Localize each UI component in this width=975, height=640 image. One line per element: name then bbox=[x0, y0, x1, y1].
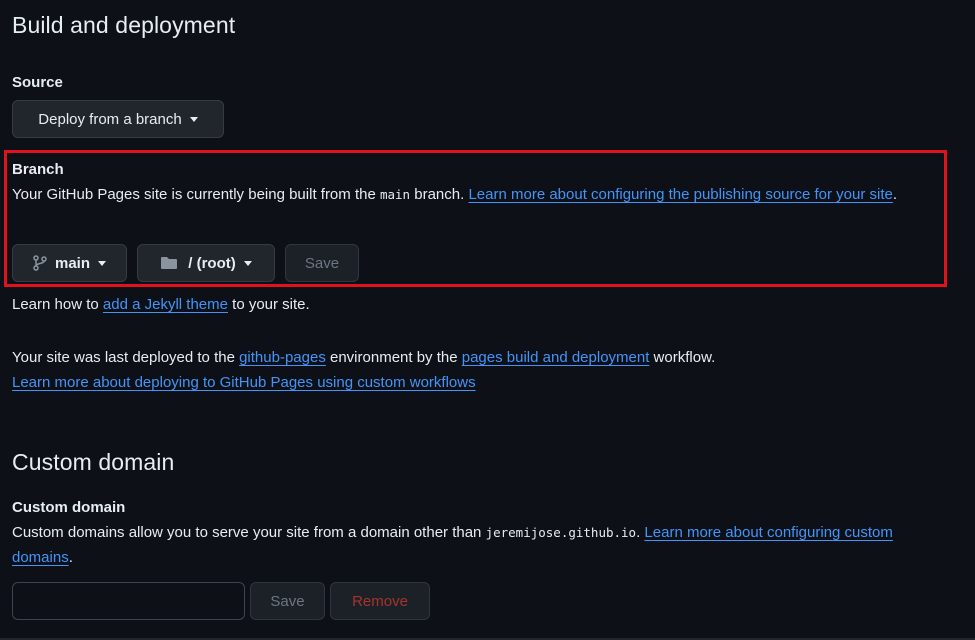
custom-domain-heading: Custom domain bbox=[12, 449, 175, 475]
source-dropdown-label: Deploy from a branch bbox=[38, 110, 182, 128]
custom-domain-desc-prefix: Custom domains allow you to serve your s… bbox=[12, 524, 486, 541]
source-dropdown[interactable]: Deploy from a branch bbox=[12, 100, 224, 138]
custom-domain-save-button[interactable]: Save bbox=[250, 582, 325, 620]
custom-domain-description: Custom domains allow you to serve your s… bbox=[12, 520, 932, 570]
custom-domain-input[interactable] bbox=[12, 582, 245, 620]
git-branch-icon bbox=[33, 255, 47, 271]
theme-suffix: to your site. bbox=[227, 296, 310, 313]
custom-domain-label: Custom domain bbox=[12, 499, 126, 516]
deployed-prefix: Your site was last deployed to the bbox=[12, 349, 240, 366]
custom-workflows-link[interactable]: Learn more about deploying to GitHub Pag… bbox=[12, 374, 476, 391]
branch-select-label: main bbox=[54, 254, 90, 272]
folder-select-label: / (root) bbox=[188, 254, 236, 272]
branch-save-button[interactable]: Save bbox=[285, 244, 359, 282]
theme-prefix: Learn how to bbox=[12, 296, 103, 313]
branch-select-button[interactable]: main bbox=[12, 244, 127, 282]
deployed-middle: environment by the bbox=[325, 349, 462, 366]
custom-workflows-line: Learn more about deploying to GitHub Pag… bbox=[12, 370, 476, 395]
jekyll-theme-text: Learn how to add a Jekyll theme to your … bbox=[12, 292, 310, 317]
jekyll-theme-link[interactable]: add a Jekyll theme bbox=[103, 296, 228, 313]
triangle-down-icon bbox=[98, 260, 106, 266]
last-deployed-text: Your site was last deployed to the githu… bbox=[12, 345, 715, 370]
triangle-down-icon bbox=[189, 116, 198, 122]
custom-domain-remove-button[interactable]: Remove bbox=[330, 582, 430, 620]
deployed-suffix: workflow. bbox=[649, 349, 716, 366]
build-deployment-heading: Build and deployment bbox=[12, 12, 236, 38]
branch-name-code: main bbox=[379, 187, 411, 202]
branch-label: Branch bbox=[12, 161, 64, 178]
github-io-domain-code: jeremijose.github.io bbox=[485, 525, 637, 540]
branch-desc-end: . bbox=[892, 186, 898, 203]
branch-desc-suffix: branch. bbox=[410, 186, 469, 203]
github-pages-env-link[interactable]: github-pages bbox=[239, 349, 326, 366]
branch-desc-prefix: Your GitHub Pages site is currently bein… bbox=[12, 186, 380, 203]
folder-select-button[interactable]: / (root) bbox=[137, 244, 275, 282]
source-label: Source bbox=[12, 74, 63, 91]
folder-icon bbox=[161, 257, 178, 269]
custom-domain-desc-end: . bbox=[68, 549, 73, 566]
triangle-down-icon bbox=[243, 260, 252, 266]
publishing-source-link[interactable]: Learn more about configuring the publish… bbox=[468, 186, 892, 203]
workflow-link[interactable]: pages build and deployment bbox=[462, 349, 650, 366]
pages-settings: Build and deployment Source Deploy from … bbox=[0, 0, 975, 640]
branch-description: Your GitHub Pages site is currently bein… bbox=[12, 182, 932, 207]
